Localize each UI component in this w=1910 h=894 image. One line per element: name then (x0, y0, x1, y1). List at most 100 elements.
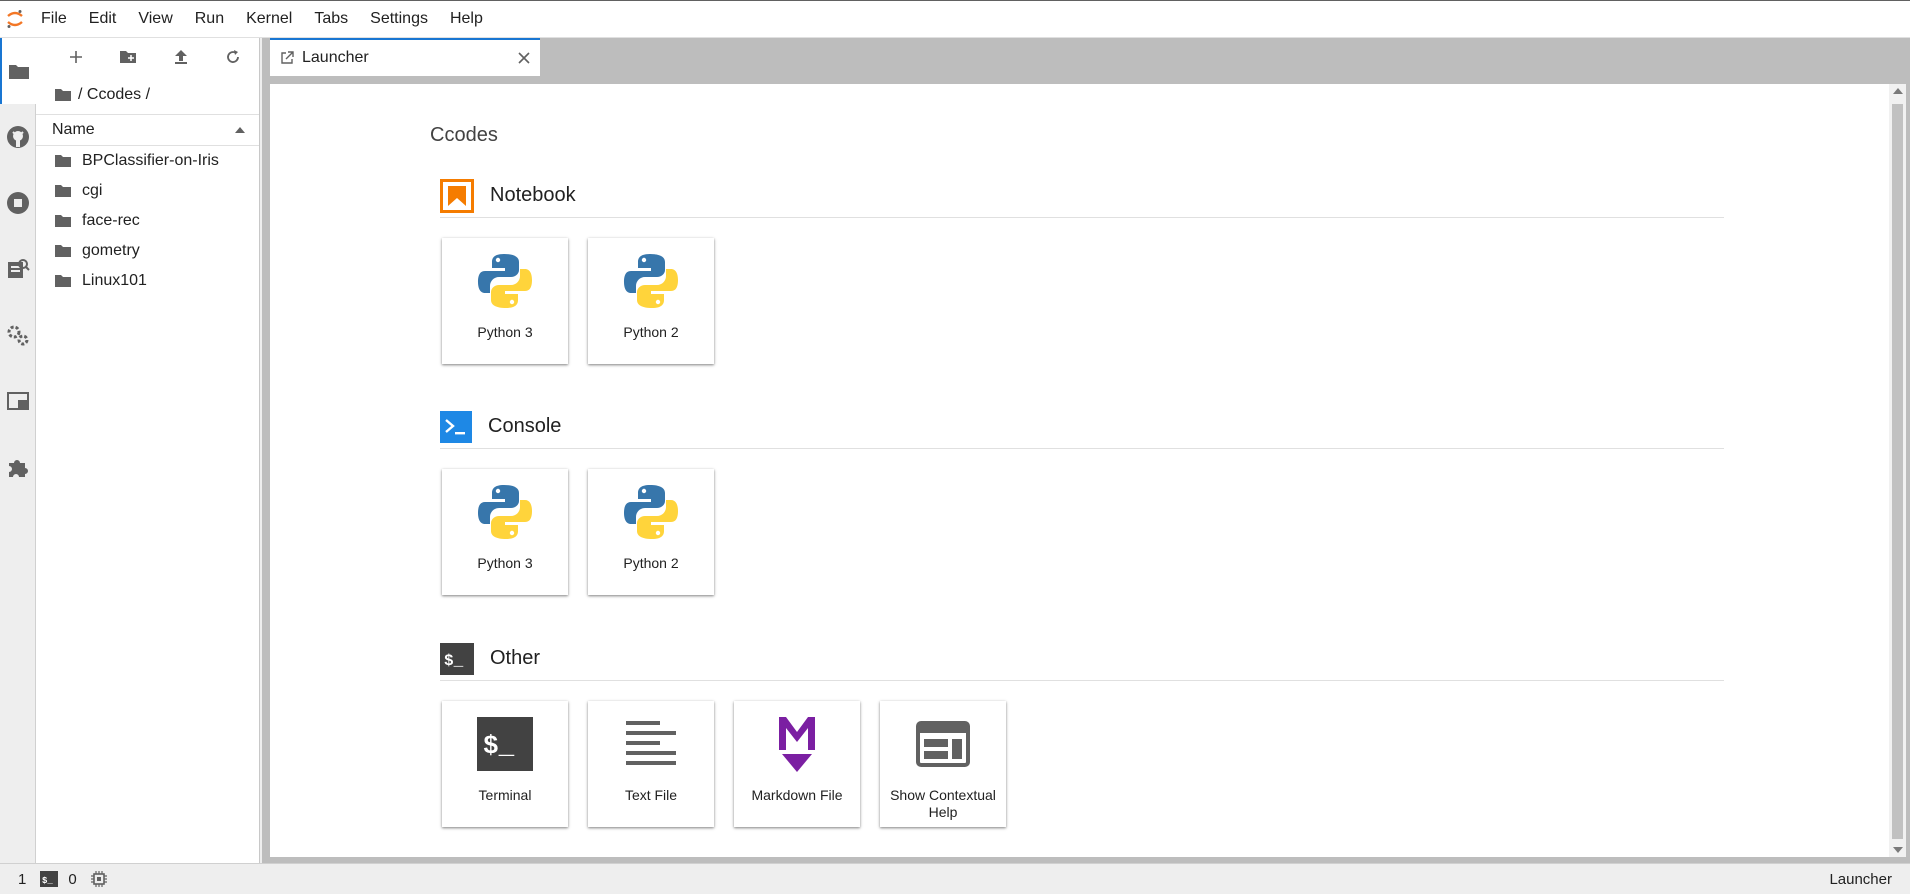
running-tab[interactable] (0, 170, 36, 236)
cpu-icon[interactable] (90, 871, 107, 887)
menu-run[interactable]: Run (184, 0, 235, 38)
refresh-button[interactable] (207, 38, 259, 76)
markdown-file-card[interactable]: Markdown File (734, 701, 860, 827)
running-stop-icon (7, 192, 29, 214)
menubar: File Edit View Run Kernel Tabs Settings … (0, 0, 1910, 38)
card-label: Python 3 (477, 555, 533, 571)
scroll-thumb[interactable] (1892, 104, 1903, 839)
launcher-scrollbar[interactable] (1889, 84, 1906, 857)
notebook-python3-card[interactable]: Python 3 (442, 238, 568, 364)
extension-manager-tab[interactable] (0, 434, 36, 500)
notebook-python2-card[interactable]: Python 2 (588, 238, 714, 364)
menu-view[interactable]: View (127, 0, 183, 38)
command-palette-icon (8, 259, 30, 278)
jupyter-logo-icon[interactable] (0, 0, 30, 38)
menu-tabs[interactable]: Tabs (303, 0, 359, 38)
svg-text:$_: $_ (444, 652, 464, 670)
terminal-icon: $_ (40, 871, 59, 887)
folder-icon (9, 65, 29, 79)
menu-settings[interactable]: Settings (359, 0, 439, 38)
list-item[interactable]: gometry (36, 236, 259, 266)
breadcrumb[interactable]: / Ccodes / (36, 76, 259, 114)
left-activity-bar (0, 38, 36, 863)
list-item[interactable]: BPClassifier-on-Iris (36, 146, 259, 176)
folder-icon (55, 215, 71, 227)
contextual-help-icon (914, 715, 972, 773)
scroll-up-arrow-icon[interactable] (1893, 88, 1903, 94)
folder-icon (55, 89, 71, 101)
main-dock-area: Launcher Ccodes Notebook Python 3 Python… (262, 38, 1910, 863)
section-title: Notebook (490, 184, 576, 206)
file-name: gometry (82, 242, 140, 259)
new-launcher-icon (70, 51, 83, 63)
list-item[interactable]: face-rec (36, 206, 259, 236)
card-label: Python 3 (477, 324, 533, 340)
menu-help[interactable]: Help (439, 0, 494, 38)
tab-launcher[interactable]: Launcher (270, 38, 540, 76)
new-folder-button[interactable] (102, 38, 154, 76)
tabs-icon (7, 392, 29, 410)
sort-ascending-icon (235, 127, 245, 133)
property-inspector-tab[interactable] (0, 302, 36, 368)
file-list-header[interactable]: Name (36, 114, 259, 146)
launcher-icon (281, 51, 294, 64)
text-file-card[interactable]: Text File (588, 701, 714, 827)
menu-edit[interactable]: Edit (78, 0, 128, 38)
close-icon[interactable] (518, 52, 530, 64)
other-section: $_ Other $_ Terminal Text File Markdown … (440, 637, 1724, 827)
card-label: Python 2 (623, 324, 679, 340)
svg-text:$_: $_ (42, 876, 53, 886)
current-activity-label: Launcher (1829, 871, 1892, 888)
section-title: Other (490, 647, 541, 669)
upload-button[interactable] (155, 38, 207, 76)
card-row: Python 3 Python 2 (440, 238, 1724, 364)
terminal-icon: $_ (476, 715, 534, 773)
card-row: Python 3 Python 2 (440, 469, 1724, 595)
launcher-panel: Ccodes Notebook Python 3 Python 2 Consol… (270, 84, 1906, 857)
git-tab[interactable] (0, 104, 36, 170)
status-bar: 1 $_ 0 Launcher (0, 863, 1910, 894)
command-palette-tab[interactable] (0, 236, 36, 302)
terminal-card[interactable]: $_ Terminal (442, 701, 568, 827)
section-header: Console (440, 405, 1724, 449)
python-logo-icon (476, 252, 534, 310)
card-label: Text File (624, 787, 678, 803)
new-folder-icon (120, 51, 137, 63)
section-title: Console (488, 415, 562, 437)
folder-icon (55, 245, 71, 257)
file-browser-toolbar (36, 38, 259, 76)
tabs-panel-tab[interactable] (0, 368, 36, 434)
file-name: face-rec (82, 212, 140, 229)
card-row: $_ Terminal Text File Markdown File Show… (440, 701, 1724, 827)
console-python3-card[interactable]: Python 3 (442, 469, 568, 595)
list-item[interactable]: cgi (36, 176, 259, 206)
card-label: Python 2 (623, 555, 679, 571)
name-column-header[interactable]: Name (52, 121, 95, 139)
menu-kernel[interactable]: Kernel (235, 0, 303, 38)
file-name: cgi (82, 182, 103, 199)
menu-file[interactable]: File (30, 0, 78, 38)
card-label: Markdown File (751, 787, 843, 803)
property-inspector-icon (7, 325, 29, 346)
file-browser-panel: / Ccodes / Name BPClassifier-on-Iris cgi… (36, 38, 260, 863)
folder-icon (55, 185, 71, 197)
scroll-down-arrow-icon[interactable] (1893, 847, 1903, 853)
file-browser-tab[interactable] (0, 38, 36, 104)
notebook-icon (440, 178, 474, 213)
list-item[interactable]: Linux101 (36, 266, 259, 296)
python-logo-icon (622, 483, 680, 541)
new-launcher-button[interactable] (50, 38, 102, 76)
console-python2-card[interactable]: Python 2 (588, 469, 714, 595)
kernel-count[interactable]: 1 (18, 871, 26, 888)
section-header: $_ Other (440, 637, 1724, 681)
card-label: Show Contextual Help (890, 787, 996, 820)
breadcrumb-path[interactable]: / Ccodes / (78, 86, 150, 104)
python-logo-icon (476, 483, 534, 541)
file-name: Linux101 (82, 272, 147, 289)
terminal-count[interactable]: 0 (68, 871, 76, 888)
console-icon (440, 410, 472, 443)
launcher-cwd-title: Ccodes (430, 124, 498, 146)
file-name: BPClassifier-on-Iris (82, 152, 219, 169)
contextual-help-card[interactable]: Show Contextual Help (880, 701, 1006, 827)
card-label: Terminal (478, 787, 532, 803)
